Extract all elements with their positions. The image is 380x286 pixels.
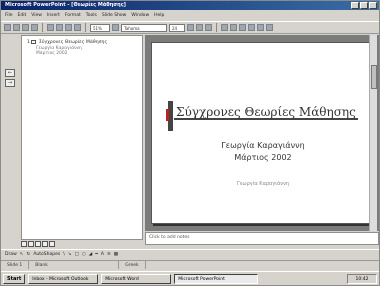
slide-author[interactable]: Γεωργία Καραγιάννη <box>152 141 374 150</box>
menu-help[interactable]: Help <box>154 11 164 20</box>
bold-icon[interactable] <box>187 24 194 31</box>
menu-bar: File Edit View Insert Format Tools Slide… <box>1 11 379 20</box>
slide-icon <box>31 40 36 44</box>
open-icon[interactable] <box>13 24 20 31</box>
toolbar-separator <box>216 23 217 32</box>
slide-view-icon[interactable] <box>35 241 41 247</box>
normal-view-icon[interactable] <box>21 241 27 247</box>
arrow-icon[interactable]: ↘ <box>68 250 72 259</box>
menu-format[interactable]: Format <box>65 11 81 20</box>
outline-title: Σύγχρονες Θεωρίες Μάθησης <box>39 40 108 45</box>
slide[interactable]: Σύγχρονες Θεωρίες Μάθησης Γεωργία Καραγι… <box>151 42 373 224</box>
zoom-combo[interactable]: 51% <box>90 23 110 32</box>
font-color-icon[interactable] <box>257 24 264 31</box>
vertical-scrollbar[interactable] <box>369 35 377 231</box>
help-icon[interactable] <box>112 24 119 31</box>
scroll-thumb[interactable] <box>371 65 377 89</box>
slide-sorter-icon[interactable] <box>42 241 48 247</box>
standard-toolbar: 51% Tahoma 24 <box>1 21 379 34</box>
toolbar-separator <box>85 23 86 32</box>
design-icon[interactable] <box>266 24 273 31</box>
decorative-accent <box>166 109 169 121</box>
minimize-button[interactable] <box>351 2 359 9</box>
slide-footer: Γεωργία Καραγιάννη <box>236 181 290 187</box>
align-left-icon[interactable] <box>221 24 228 31</box>
outline-slide-number: 1 <box>27 40 30 45</box>
line-color-icon[interactable]: ━ <box>95 250 98 259</box>
powerpoint-window: Microsoft PowerPoint - [Θεωρίες Μάθησης]… <box>0 0 380 286</box>
undo-icon[interactable] <box>74 24 81 31</box>
line-icon[interactable]: \ <box>63 250 65 259</box>
taskbar-item-active[interactable]: Microsoft PowerPoint <box>174 273 259 284</box>
notes-pane[interactable]: Click to add notes <box>145 232 379 245</box>
promote-icon[interactable]: ← <box>5 69 15 77</box>
drawing-toolbar: Draw ↖ ↻ AutoShapes \ ↘ □ ○ ◢ ━ A ≡ ▩ <box>1 249 379 259</box>
taskbar-item[interactable]: Microsoft Word <box>101 273 172 284</box>
menu-window[interactable]: Window <box>131 11 149 20</box>
slide-show-icon[interactable] <box>49 241 55 247</box>
window-title: Microsoft PowerPoint - [Θεωρίες Μάθησης] <box>5 2 126 8</box>
font-combo[interactable]: Tahoma <box>121 23 167 32</box>
paste-icon[interactable] <box>65 24 72 31</box>
maximize-button[interactable] <box>360 2 368 9</box>
menu-slide-show[interactable]: Slide Show <box>102 11 127 20</box>
taskbar: Start Inbox - Microsoft Outlook Microsof… <box>1 271 379 285</box>
new-icon[interactable] <box>4 24 11 31</box>
line-style-icon[interactable]: ≡ <box>107 250 111 259</box>
rectangle-icon[interactable]: □ <box>75 250 79 259</box>
taskbar-item[interactable]: Inbox - Microsoft Outlook <box>28 273 99 284</box>
copy-icon[interactable] <box>56 24 63 31</box>
font-color-draw-icon[interactable]: A <box>101 250 104 259</box>
draw-menu[interactable]: Draw <box>5 250 17 259</box>
window-controls <box>351 2 377 9</box>
status-slide: Slide 1 <box>1 261 30 269</box>
clock: 10:42 <box>347 273 377 284</box>
autoshapes-menu[interactable]: AutoShapes <box>33 250 60 259</box>
bullets-icon[interactable] <box>239 24 246 31</box>
menu-edit[interactable]: Edit <box>18 11 27 20</box>
demote-icon[interactable]: → <box>5 79 15 87</box>
close-button[interactable] <box>369 2 377 9</box>
shadow-icon[interactable]: ▩ <box>114 250 118 259</box>
cut-icon[interactable] <box>47 24 54 31</box>
status-language: Greek <box>119 261 146 269</box>
slide-pane: Σύγχρονες Θεωρίες Μάθησης Γεωργία Καραγι… <box>145 35 379 231</box>
select-icon[interactable]: ↖ <box>20 250 24 259</box>
title-bar: Microsoft PowerPoint - [Θεωρίες Μάθησης] <box>1 1 379 10</box>
numbering-icon[interactable] <box>248 24 255 31</box>
underline-icon[interactable] <box>205 24 212 31</box>
menu-view[interactable]: View <box>31 11 42 20</box>
start-button[interactable]: Start <box>3 273 26 284</box>
view-buttons <box>21 241 55 249</box>
status-bar: Slide 1 Blank Greek <box>1 260 379 269</box>
outline-line: Μάρτιος 2002 <box>36 51 68 56</box>
toolbar-separator <box>42 23 43 32</box>
menu-insert[interactable]: Insert <box>47 11 60 20</box>
outline-view-icon[interactable] <box>28 241 34 247</box>
fill-color-icon[interactable]: ◢ <box>89 250 92 259</box>
print-icon[interactable] <box>31 24 38 31</box>
outline-pane[interactable]: 1 Σύγχρονες Θεωρίες Μάθησης Γεωργία Καρα… <box>21 35 143 240</box>
slide-date[interactable]: Μάρτιος 2002 <box>152 153 374 162</box>
slide-title[interactable]: Σύγχρονες Θεωρίες Μάθησης <box>176 105 356 119</box>
status-design: Blank <box>29 261 120 269</box>
italic-icon[interactable] <box>196 24 203 31</box>
oval-icon[interactable]: ○ <box>82 250 86 259</box>
font-size-combo[interactable]: 24 <box>169 23 185 32</box>
rotate-icon[interactable]: ↻ <box>27 250 31 259</box>
menu-tools[interactable]: Tools <box>86 11 97 20</box>
menu-file[interactable]: File <box>5 11 13 20</box>
outline-toolbar: ← → <box>3 35 19 240</box>
align-center-icon[interactable] <box>230 24 237 31</box>
save-icon[interactable] <box>22 24 29 31</box>
